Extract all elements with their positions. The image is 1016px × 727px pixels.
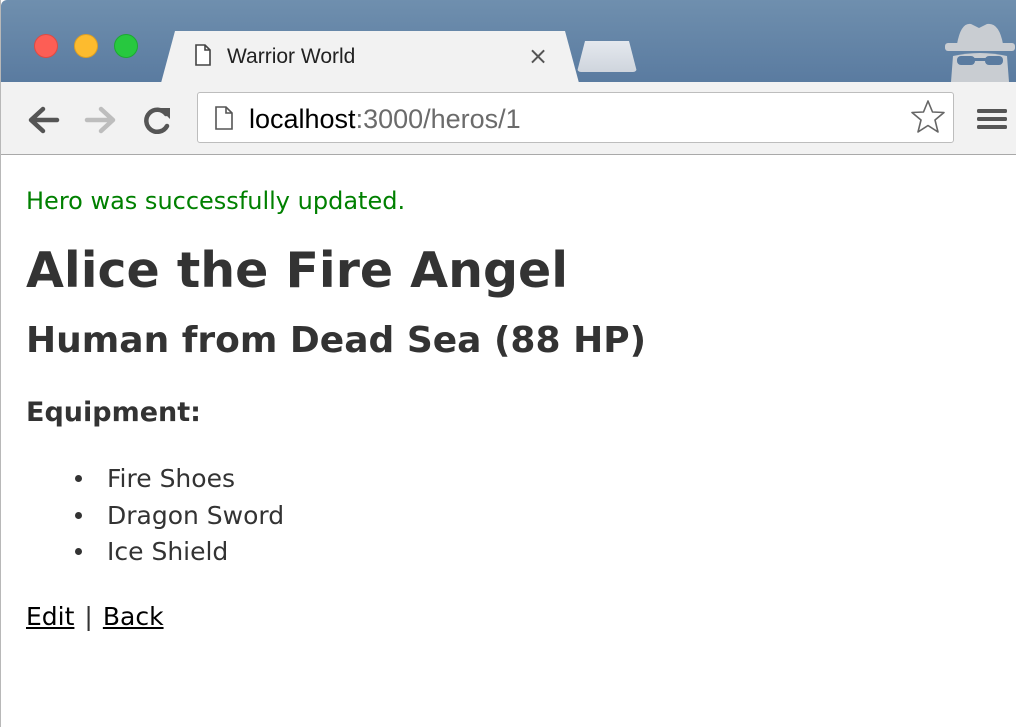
browser-window: Warrior World × localhost:3000/heros/1 H… [0, 0, 1016, 727]
reload-icon[interactable] [139, 102, 175, 138]
url-text[interactable]: localhost:3000/heros/1 [249, 103, 521, 135]
edit-link[interactable]: Edit [26, 602, 74, 631]
arrow-left-icon[interactable] [25, 102, 61, 138]
window-close-button[interactable] [34, 34, 58, 58]
equipment-item: Fire Shoes [107, 464, 235, 493]
bullet-icon [75, 511, 82, 519]
back-link[interactable]: Back [103, 602, 164, 631]
page-icon [195, 44, 211, 66]
star-icon[interactable] [909, 98, 947, 136]
notice-message: Hero was successfully updated. [26, 187, 406, 215]
equipment-list: Fire Shoes Dragon Sword Ice Shield [26, 461, 284, 571]
action-links: Edit | Back [26, 599, 164, 635]
equipment-item: Ice Shield [107, 537, 229, 566]
tab-warrior-world[interactable] [161, 31, 579, 83]
window-minimize-button[interactable] [74, 34, 98, 58]
link-separator: | [84, 602, 93, 631]
bullet-icon [75, 548, 82, 555]
url-path: :3000/heros/1 [355, 104, 521, 134]
hero-subtitle: Human from Dead Sea (88 HP) [26, 320, 647, 361]
list-item: Ice Shield [26, 534, 284, 571]
hamburger-menu-icon[interactable] [975, 102, 1009, 136]
new-tab-button[interactable] [577, 41, 637, 72]
tab-close-icon[interactable]: × [527, 44, 549, 68]
tab-title: Warrior World [227, 45, 356, 68]
equipment-heading: Equipment: [26, 397, 201, 428]
window-maximize-button[interactable] [114, 34, 138, 58]
arrow-right-icon[interactable] [83, 102, 119, 138]
bullet-icon [75, 475, 82, 482]
page-icon [215, 106, 233, 130]
incognito-icon [945, 23, 1015, 82]
page-content: Hero was successfully updated. Alice the… [26, 155, 1016, 727]
list-item: Fire Shoes [26, 461, 284, 498]
list-item: Dragon Sword [26, 498, 284, 535]
url-host: localhost [249, 104, 356, 134]
hero-name-heading: Alice the Fire Angel [26, 242, 569, 299]
equipment-item: Dragon Sword [107, 500, 285, 530]
